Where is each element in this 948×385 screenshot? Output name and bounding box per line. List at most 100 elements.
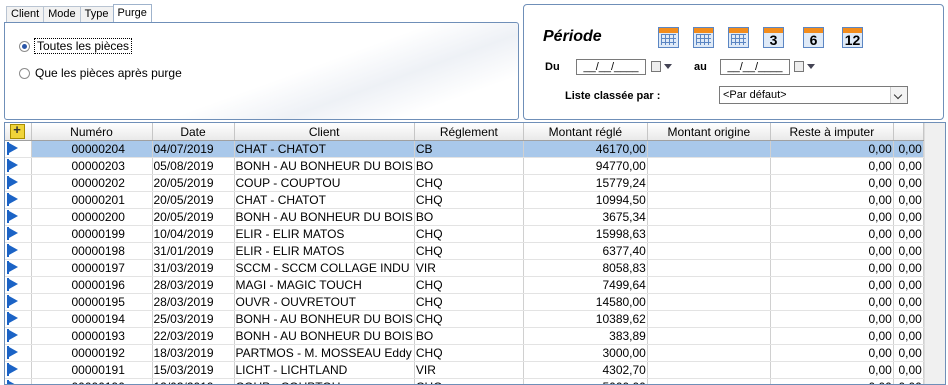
calendar-icon[interactable] xyxy=(651,61,661,72)
cell-reglement[interactable]: BO xyxy=(414,328,523,345)
period-12-months-button[interactable]: 12 xyxy=(842,27,863,48)
cell-client[interactable]: CHAT - CHATOT xyxy=(234,141,414,158)
col-header-montant-regle[interactable]: Montant réglé xyxy=(523,123,647,141)
cell-reste-imputer[interactable]: 0,00 xyxy=(770,226,893,243)
cell-client[interactable]: LICHT - LICHTLAND xyxy=(234,362,414,379)
cell-client[interactable]: CHAT - CHATOT xyxy=(234,192,414,209)
cell-client[interactable]: BONH - AU BONHEUR DU BOIS xyxy=(234,311,414,328)
cell-montant-origine[interactable] xyxy=(647,209,770,226)
table-row[interactable]: 0000020020/05/2019BONH - AU BONHEUR DU B… xyxy=(5,209,923,226)
cell-client[interactable]: BONH - AU BONHEUR DU BOIS xyxy=(234,328,414,345)
add-column-button[interactable] xyxy=(5,123,31,141)
chevron-down-icon[interactable] xyxy=(890,87,907,103)
cell-reste-imputer[interactable]: 0,00 xyxy=(770,311,893,328)
table-row[interactable]: 0000019528/03/2019OUVR - OUVRETOUTCHQ145… xyxy=(5,294,923,311)
col-header-numero[interactable]: Numéro xyxy=(31,123,152,141)
period-6-months-button[interactable]: 6 xyxy=(803,27,824,48)
cell-client[interactable]: MAGI - MAGIC TOUCH xyxy=(234,277,414,294)
cell-client[interactable]: BONH - AU BONHEUR DU BOIS xyxy=(234,209,414,226)
col-header-extra[interactable] xyxy=(893,123,923,141)
cell-date[interactable]: 10/04/2019 xyxy=(152,226,234,243)
table-row[interactable]: 0000020305/08/2019BONH - AU BONHEUR DU B… xyxy=(5,158,923,175)
table-row[interactable]: 0000020404/07/2019CHAT - CHATOTCB46170,0… xyxy=(5,141,923,158)
table-row[interactable]: 0000019012/03/2019COUP - COUPTOUCHQ5000,… xyxy=(5,379,923,385)
cell-montant-regle[interactable]: 3000,00 xyxy=(523,345,647,362)
cell-reste-imputer[interactable]: 0,00 xyxy=(770,345,893,362)
cell-date[interactable]: 12/03/2019 xyxy=(152,379,234,385)
cell-extra[interactable]: 0,00 xyxy=(893,175,923,192)
cell-client[interactable]: ELIR - ELIR MATOS xyxy=(234,243,414,260)
cell-reglement[interactable]: CHQ xyxy=(414,294,523,311)
row-flag-cell[interactable] xyxy=(5,226,31,243)
cell-montant-origine[interactable] xyxy=(647,141,770,158)
cell-montant-regle[interactable]: 3675,34 xyxy=(523,209,647,226)
table-row[interactable]: 0000019322/03/2019BONH - AU BONHEUR DU B… xyxy=(5,328,923,345)
cell-extra[interactable]: 0,00 xyxy=(893,209,923,226)
col-header-montant-origine[interactable]: Montant origine xyxy=(647,123,770,141)
cell-numero[interactable]: 00000195 xyxy=(31,294,152,311)
cell-montant-origine[interactable] xyxy=(647,192,770,209)
cell-montant-origine[interactable] xyxy=(647,345,770,362)
cell-numero[interactable]: 00000192 xyxy=(31,345,152,362)
cell-numero[interactable]: 00000198 xyxy=(31,243,152,260)
cell-numero[interactable]: 00000196 xyxy=(31,277,152,294)
cell-date[interactable]: 31/03/2019 xyxy=(152,260,234,277)
table-row[interactable]: 0000019115/03/2019LICHT - LICHTLANDVIR43… xyxy=(5,362,923,379)
cell-numero[interactable]: 00000203 xyxy=(31,158,152,175)
dropdown-arrow-icon[interactable] xyxy=(807,64,815,69)
cell-montant-origine[interactable] xyxy=(647,277,770,294)
cell-montant-origine[interactable] xyxy=(647,294,770,311)
cell-date[interactable]: 28/03/2019 xyxy=(152,294,234,311)
row-flag-cell[interactable] xyxy=(5,362,31,379)
cell-client[interactable]: SCCM - SCCM COLLAGE INDU xyxy=(234,260,414,277)
cell-reste-imputer[interactable]: 0,00 xyxy=(770,260,893,277)
cell-reste-imputer[interactable]: 0,00 xyxy=(770,209,893,226)
row-flag-cell[interactable] xyxy=(5,260,31,277)
cell-extra[interactable]: 0,00 xyxy=(893,362,923,379)
cell-reglement[interactable]: CHQ xyxy=(414,192,523,209)
table-row[interactable]: 0000019628/03/2019MAGI - MAGIC TOUCHCHQ7… xyxy=(5,277,923,294)
cell-extra[interactable]: 0,00 xyxy=(893,311,923,328)
cell-extra[interactable]: 0,00 xyxy=(893,328,923,345)
cell-reste-imputer[interactable]: 0,00 xyxy=(770,192,893,209)
cell-reglement[interactable]: CHQ xyxy=(414,311,523,328)
row-flag-cell[interactable] xyxy=(5,243,31,260)
cell-client[interactable]: BONH - AU BONHEUR DU BOIS xyxy=(234,158,414,175)
cell-extra[interactable]: 0,00 xyxy=(893,294,923,311)
cell-montant-origine[interactable] xyxy=(647,362,770,379)
cell-numero[interactable]: 00000201 xyxy=(31,192,152,209)
cell-numero[interactable]: 00000199 xyxy=(31,226,152,243)
cell-montant-regle[interactable]: 10994,50 xyxy=(523,192,647,209)
cell-reglement[interactable]: CHQ xyxy=(414,175,523,192)
cell-client[interactable]: PARTMOS - M. MOSSEAU Eddy xyxy=(234,345,414,362)
cell-extra[interactable]: 0,00 xyxy=(893,345,923,362)
calendar-icon[interactable] xyxy=(794,61,804,72)
cell-montant-regle[interactable]: 383,89 xyxy=(523,328,647,345)
cell-montant-regle[interactable]: 15998,63 xyxy=(523,226,647,243)
cell-numero[interactable]: 00000190 xyxy=(31,379,152,385)
table-row[interactable]: 0000019831/01/2019ELIR - ELIR MATOSCHQ63… xyxy=(5,243,923,260)
cell-extra[interactable]: 0,00 xyxy=(893,141,923,158)
cell-date[interactable]: 25/03/2019 xyxy=(152,311,234,328)
cell-montant-regle[interactable]: 14580,00 xyxy=(523,294,647,311)
cell-montant-origine[interactable] xyxy=(647,175,770,192)
cell-client[interactable]: COUP - COUPTOU xyxy=(234,175,414,192)
col-header-client[interactable]: Client xyxy=(234,123,414,141)
radio-all-pieces[interactable]: Toutes les pièces xyxy=(19,39,131,53)
cell-numero[interactable]: 00000200 xyxy=(31,209,152,226)
cell-reglement[interactable]: CHQ xyxy=(414,345,523,362)
col-header-reste-imputer[interactable]: Reste à imputer xyxy=(770,123,893,141)
cell-reglement[interactable]: CHQ xyxy=(414,226,523,243)
radio-button-checked[interactable] xyxy=(19,41,30,52)
cell-date[interactable]: 20/05/2019 xyxy=(152,175,234,192)
cell-date[interactable]: 18/03/2019 xyxy=(152,345,234,362)
cell-numero[interactable]: 00000202 xyxy=(31,175,152,192)
date-to-field[interactable]: __/__/____ xyxy=(720,59,790,75)
cell-montant-origine[interactable] xyxy=(647,328,770,345)
cell-reste-imputer[interactable]: 0,00 xyxy=(770,158,893,175)
cell-reste-imputer[interactable]: 0,00 xyxy=(770,328,893,345)
cell-montant-regle[interactable]: 15779,24 xyxy=(523,175,647,192)
cell-montant-regle[interactable]: 5000,00 xyxy=(523,379,647,385)
cell-extra[interactable]: 0,00 xyxy=(893,260,923,277)
cell-montant-origine[interactable] xyxy=(647,379,770,385)
